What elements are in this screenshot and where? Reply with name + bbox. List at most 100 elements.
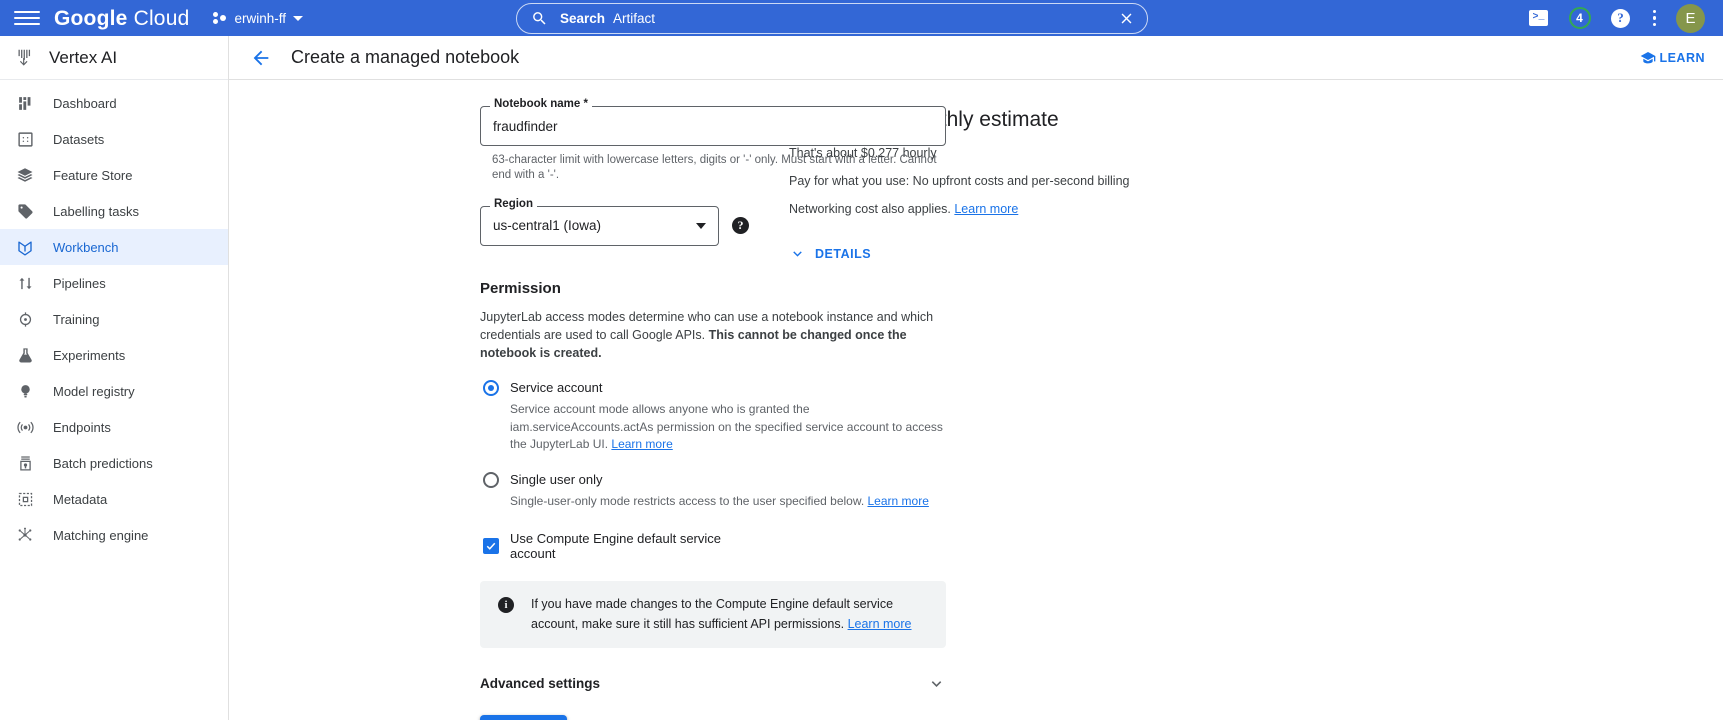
search-icon <box>531 10 548 27</box>
form-actions: CREATE CANCEL <box>480 715 749 720</box>
chevron-down-icon <box>789 245 806 262</box>
experiments-flask-icon <box>15 345 35 365</box>
advanced-settings-label: Advanced settings <box>480 676 600 691</box>
learn-label: LEARN <box>1659 51 1705 65</box>
sidebar-item-label: Experiments <box>53 349 125 362</box>
sidebar-item-workbench[interactable]: Workbench <box>0 229 228 265</box>
datasets-icon <box>15 129 35 149</box>
checkbox-label: Use Compute Engine default service accou… <box>510 531 749 561</box>
estimate-hourly: That's about $0.277 hourly <box>789 146 1723 160</box>
pipelines-icon <box>15 273 35 293</box>
notebook-name-field[interactable]: Notebook name * <box>480 106 946 146</box>
matching-engine-icon <box>15 525 35 545</box>
vertex-ai-icon <box>13 47 35 69</box>
notifications-badge[interactable]: 4 <box>1569 7 1591 29</box>
sidebar-item-label: Metadata <box>53 493 107 506</box>
project-name: erwinh-ff <box>234 11 286 26</box>
sidebar-item-batch-predictions[interactable]: Batch predictions <box>0 445 228 481</box>
sidebar-item-endpoints[interactable]: Endpoints <box>0 409 228 445</box>
logo-google-text: Google <box>54 7 128 30</box>
learn-more-link[interactable]: Learn more <box>611 437 672 451</box>
dashboard-icon <box>15 93 35 113</box>
google-cloud-logo[interactable]: Google Cloud <box>54 8 189 29</box>
sidebar-item-matching-engine[interactable]: Matching engine <box>0 517 228 553</box>
radio-single-user-only[interactable]: Single user only Single-user-only mode r… <box>480 471 749 511</box>
cancel-button[interactable]: CANCEL <box>585 715 655 720</box>
project-icon <box>213 11 227 25</box>
app-shell: Vertex AI Dashboard Datasets Feature Sto <box>0 36 1723 720</box>
product-title: Vertex AI <box>49 48 117 68</box>
sidebar-header: Vertex AI <box>0 36 228 80</box>
sidebar-item-label: Batch predictions <box>53 457 153 470</box>
project-selector[interactable]: erwinh-ff <box>213 11 303 26</box>
sidebar-item-feature-store[interactable]: Feature Store <box>0 157 228 193</box>
search-input[interactable] <box>613 11 1118 26</box>
sidebar-item-datasets[interactable]: Datasets <box>0 121 228 157</box>
check-icon <box>485 540 497 552</box>
permission-section-title: Permission <box>480 280 749 297</box>
cloud-shell-icon[interactable]: >_ <box>1527 6 1551 30</box>
create-button[interactable]: CREATE <box>480 715 567 720</box>
back-arrow-icon[interactable] <box>249 46 273 70</box>
learn-more-link[interactable]: Learn more <box>954 202 1018 216</box>
sidebar-item-label: Endpoints <box>53 421 111 434</box>
sidebar-item-label: Dashboard <box>53 97 117 110</box>
details-toggle[interactable]: DETAILS <box>789 245 1723 262</box>
help-glyph: ? <box>1611 9 1630 28</box>
close-icon[interactable] <box>1118 10 1135 27</box>
logo-cloud-text: Cloud <box>134 7 190 30</box>
estimate-pay-line: Pay for what you use: No upfront costs a… <box>789 174 1723 188</box>
sidebar-item-label: Workbench <box>53 241 119 254</box>
search-label: Search <box>560 11 605 26</box>
sidebar-item-dashboard[interactable]: Dashboard <box>0 85 228 121</box>
use-default-service-account-row[interactable]: Use Compute Engine default service accou… <box>480 531 749 561</box>
label-tag-icon <box>15 201 35 221</box>
sidebar-item-label: Datasets <box>53 133 104 146</box>
sidebar-item-labelling-tasks[interactable]: Labelling tasks <box>0 193 228 229</box>
region-help-icon[interactable]: ? <box>732 217 749 234</box>
sidebar-item-label: Matching engine <box>53 529 148 542</box>
avatar[interactable]: E <box>1676 4 1705 33</box>
learn-link[interactable]: LEARN <box>1640 50 1705 66</box>
region-select[interactable]: Region us-central1 (Iowa) <box>480 206 719 246</box>
sidebar-item-label: Labelling tasks <box>53 205 139 218</box>
radio-button-unselected[interactable] <box>483 472 499 488</box>
batch-predictions-icon <box>15 453 35 473</box>
training-icon <box>15 309 35 329</box>
sidebar-nav: Dashboard Datasets Feature Store Labelli… <box>0 80 228 553</box>
cloud-shell-glyph: >_ <box>1529 10 1548 26</box>
region-label: Region <box>490 199 537 211</box>
sidebar-item-experiments[interactable]: Experiments <box>0 337 228 373</box>
estimate-network-text: Networking cost also applies. <box>789 202 954 216</box>
main-content: Create a managed notebook LEARN Notebook… <box>229 36 1723 720</box>
page-title: Create a managed notebook <box>291 47 519 68</box>
content-area: Notebook name * 63-character limit with … <box>229 80 1723 720</box>
sidebar-item-label: Model registry <box>53 385 135 398</box>
cost-estimate-panel: US$202.09 monthly estimate That's about … <box>749 80 1723 720</box>
page-header: Create a managed notebook LEARN <box>229 36 1723 80</box>
metadata-icon <box>15 489 35 509</box>
chevron-down-icon[interactable] <box>696 223 706 229</box>
region-row: Region us-central1 (Iowa) ? <box>480 206 749 246</box>
top-app-bar: Google Cloud erwinh-ff Search >_ 4 ? E <box>0 0 1723 36</box>
estimate-network-line: Networking cost also applies. Learn more <box>789 202 1723 216</box>
radio-service-account[interactable]: Service account Service account mode all… <box>480 379 749 453</box>
sidebar-item-model-registry[interactable]: Model registry <box>0 373 228 409</box>
radio-button-selected[interactable] <box>483 380 499 396</box>
notebook-name-input[interactable] <box>493 119 933 134</box>
model-registry-icon <box>15 381 35 401</box>
search-bar[interactable]: Search <box>516 3 1148 34</box>
sidebar-item-training[interactable]: Training <box>0 301 228 337</box>
notebook-name-label: Notebook name * <box>490 99 592 111</box>
graduation-cap-icon <box>1640 50 1656 66</box>
checkbox-checked[interactable] <box>483 538 499 554</box>
more-vert-icon[interactable] <box>1651 8 1659 29</box>
hamburger-icon[interactable] <box>14 5 40 31</box>
sidebar-item-pipelines[interactable]: Pipelines <box>0 265 228 301</box>
details-label: DETAILS <box>815 247 871 261</box>
workbench-icon <box>15 237 35 257</box>
sidebar-item-label: Feature Store <box>53 169 133 182</box>
sidebar-item-metadata[interactable]: Metadata <box>0 481 228 517</box>
notebook-form: Notebook name * 63-character limit with … <box>229 80 749 720</box>
help-icon[interactable]: ? <box>1609 6 1633 30</box>
